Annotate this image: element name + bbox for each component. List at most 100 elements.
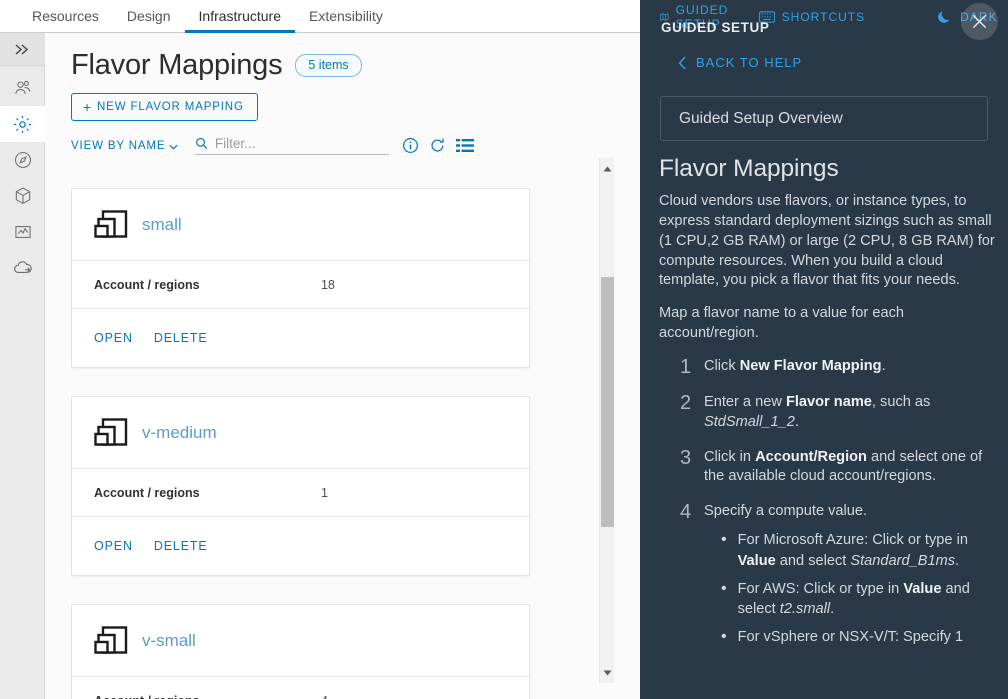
app-root: Resources Design Infrastructure Extensib… <box>0 0 1008 699</box>
help-text-run: For Microsoft Azure: Click or type in <box>737 532 968 549</box>
detail-label: Account / regions <box>94 694 321 699</box>
title-row: Flavor Mappings 5 items <box>71 49 640 82</box>
help-text-run: Value <box>903 580 942 597</box>
help-text-run: Specify a compute value. <box>704 503 868 520</box>
filter-field[interactable] <box>195 136 390 155</box>
tab-extensibility[interactable]: Extensibility <box>295 1 397 33</box>
help-bullet-text: For vSphere or NSX-V/T: Specify 1 <box>738 627 963 648</box>
list-view-icon-button[interactable] <box>456 138 475 154</box>
back-to-help-link[interactable]: BACK TO HELP <box>678 55 802 70</box>
help-step-number: 1 <box>680 355 692 378</box>
help-bullet-item: • For AWS: Click or type in Value and sel… <box>704 579 997 620</box>
tab-resources[interactable]: Resources <box>18 1 113 33</box>
chevron-double-right-icon <box>15 43 29 55</box>
activity-chart-icon <box>14 226 31 238</box>
help-step-number: 4 <box>680 501 692 524</box>
open-action[interactable]: OPEN <box>94 331 133 345</box>
scrollbar-thumb[interactable] <box>601 277 614 527</box>
help-text-run: Enter a new <box>704 393 786 410</box>
detail-label: Account / regions <box>94 485 200 500</box>
help-text-run: Flavor name <box>785 393 872 410</box>
view-by-label: VIEW BY NAME <box>71 139 166 152</box>
help-step-text: Specify a compute value. • For Microsoft A… <box>704 502 997 654</box>
top-navigation: Resources Design Infrastructure Extensib… <box>0 0 640 33</box>
search-input[interactable] <box>214 136 390 151</box>
flavor-mapping-card[interactable]: v-small Account / regions 4 OPEN DELETE <box>71 604 530 699</box>
caret-up-icon <box>603 166 612 171</box>
items-count-badge: 5 items <box>295 54 362 77</box>
sidebar-item-policies[interactable] <box>0 142 45 178</box>
sidebar-item-settings[interactable] <box>0 106 45 142</box>
card-title-link[interactable]: small <box>142 215 182 235</box>
scroll-up-button[interactable] <box>600 161 615 176</box>
bullet-dot-icon: • <box>721 579 727 597</box>
left-icon-rail <box>0 33 45 699</box>
help-bullet-text: For Microsoft Azure: Click or type in Va… <box>738 530 997 571</box>
card-detail-row: Account / regions 18 <box>72 261 529 309</box>
help-title: Flavor Mappings <box>659 155 839 182</box>
list-view-icon <box>456 138 475 152</box>
card-header: v-medium <box>72 397 529 469</box>
panel-heading: GUIDED SETUP <box>661 20 770 35</box>
help-text-run: Click in <box>704 448 756 465</box>
help-step-number: 3 <box>680 446 692 469</box>
help-text-run: Standard_B1ms <box>850 552 956 569</box>
close-icon <box>972 14 987 29</box>
help-text-run: . <box>830 601 835 618</box>
page-header: Flavor Mappings 5 items + NEW FLAVOR MAP… <box>45 33 640 155</box>
sidebar-item-content[interactable] <box>0 178 45 214</box>
shortcuts-label: SHORTCUTS <box>781 9 866 24</box>
flavor-sizes-icon <box>94 209 128 238</box>
sidebar-item-users[interactable] <box>0 70 45 106</box>
help-step: 3 Click in Account/Region and select one … <box>659 446 997 488</box>
sidebar-item-onboarding[interactable] <box>0 250 45 286</box>
guided-setup-overview-button[interactable]: Guided Setup Overview <box>660 96 988 141</box>
sidebar-item-activity[interactable] <box>0 214 45 250</box>
help-text-run: and select <box>775 552 851 569</box>
refresh-icon <box>431 138 445 152</box>
toolbar-icons <box>402 137 475 154</box>
tab-infrastructure[interactable]: Infrastructure <box>184 1 295 33</box>
help-step-number: 2 <box>680 391 692 414</box>
help-text-run: Value <box>737 552 776 569</box>
close-panel-button[interactable] <box>961 3 998 40</box>
card-title-link[interactable]: v-medium <box>142 423 217 443</box>
card-header: small <box>72 189 529 261</box>
scroll-down-button[interactable] <box>600 665 615 680</box>
back-to-help-label: BACK TO HELP <box>696 55 803 70</box>
help-text-run: StdSmall_1_2 <box>704 413 795 430</box>
page-title: Flavor Mappings <box>71 49 283 81</box>
main-content: Flavor Mappings 5 items + NEW FLAVOR MAP… <box>45 33 640 699</box>
help-step-bullets: • For Microsoft Azure: Click or type in V… <box>704 530 997 648</box>
open-action[interactable]: OPEN <box>94 539 133 553</box>
flavor-mapping-card[interactable]: small Account / regions 18 OPEN DELETE <box>71 188 530 368</box>
card-title-link[interactable]: v-small <box>142 631 196 651</box>
list-scrollbar[interactable] <box>599 158 614 683</box>
detail-value: 1 <box>321 485 328 500</box>
new-flavor-mapping-button[interactable]: + NEW FLAVOR MAPPING <box>71 93 258 121</box>
card-header: v-small <box>72 605 529 677</box>
help-bullet-text: For AWS: Click or type in Value and sele… <box>738 579 997 620</box>
flavor-mapping-card[interactable]: v-medium Account / regions 1 OPEN DELETE <box>71 396 530 576</box>
help-step-text: Click New Flavor Mapping. <box>704 357 997 378</box>
info-icon-button[interactable] <box>402 137 419 154</box>
help-text-run: t2.small <box>779 601 831 618</box>
help-text-run: Click <box>704 357 740 374</box>
list-toolbar: VIEW BY NAME <box>71 136 640 155</box>
help-step: 4 Specify a compute value. • For Microsoft … <box>659 502 997 654</box>
tab-design[interactable]: Design <box>113 1 185 33</box>
delete-action[interactable]: DELETE <box>154 331 208 345</box>
sidebar-expand-toggle[interactable] <box>0 33 45 66</box>
flavor-sizes-icon <box>94 625 128 654</box>
moon-icon <box>938 10 950 23</box>
view-by-dropdown[interactable]: VIEW BY NAME <box>71 140 178 152</box>
delete-action[interactable]: DELETE <box>154 539 208 553</box>
caret-down-icon <box>603 670 612 675</box>
help-step: 1 Click New Flavor Mapping. <box>659 355 997 378</box>
help-text-run: . <box>794 413 799 430</box>
help-step: 2 Enter a new Flavor name, such as StdSma… <box>659 391 997 433</box>
cube-icon <box>15 187 30 205</box>
help-bullet-item: • For vSphere or NSX-V/T: Specify 1 <box>704 627 997 648</box>
refresh-icon-button[interactable] <box>429 137 446 154</box>
help-step-text: Enter a new Flavor name, such as StdSmal… <box>704 393 997 433</box>
